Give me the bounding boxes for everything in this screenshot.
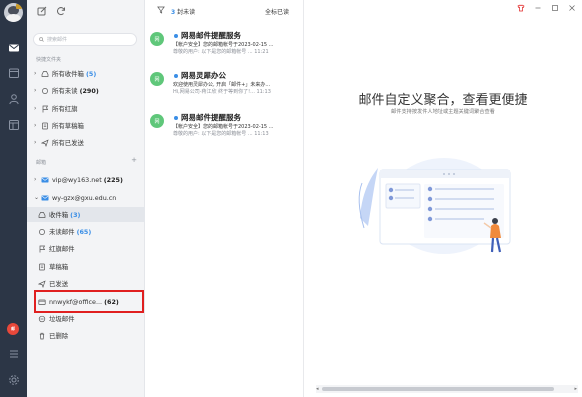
settings-icon[interactable] xyxy=(7,373,20,386)
draft-icon xyxy=(37,262,46,271)
mail-icon xyxy=(40,193,49,202)
folder-inbox[interactable]: 收件箱 (3) xyxy=(27,207,145,222)
account-wy-gzx-gxu[interactable]: ⌄ wy-gzx@gxu.edu.cn xyxy=(27,190,145,205)
mail-preview: Hi,网易公司-蒋江欣 终于等到你了!... 11:13 xyxy=(173,89,271,95)
search-input[interactable]: 搜索邮件 xyxy=(33,33,137,46)
folder-sent[interactable]: 已发送 xyxy=(27,276,145,291)
quick-all-unread[interactable]: › 所有未读 (290) xyxy=(27,83,145,98)
unread-dot xyxy=(174,74,178,78)
filter-icon[interactable] xyxy=(157,6,165,14)
mail-item[interactable]: 网 网易邮件提醒服务 【帐户安全】您的邮箱帐号于2023-02-15 ... 尊… xyxy=(145,28,304,66)
account-vip-wy163[interactable]: › vip@wy163.net (225) xyxy=(27,172,145,187)
menu-icon[interactable] xyxy=(7,347,20,360)
mail-sender: 网易邮件提醒服务 xyxy=(181,113,241,122)
maximize-icon[interactable] xyxy=(551,4,559,12)
unread-icon xyxy=(37,227,46,236)
quick-all-drafts[interactable]: › 所有草稿箱 xyxy=(27,118,145,133)
quick-all-sent[interactable]: › 所有已发送 xyxy=(27,135,145,150)
highlight-box xyxy=(34,290,144,313)
quick-all-flagged[interactable]: › 所有红旗 xyxy=(27,101,145,116)
calendar-icon[interactable] xyxy=(7,66,20,79)
sender-avatar: 网 xyxy=(150,72,164,86)
folder-sidebar: 搜索邮件 快捷文件夹 › 所有收件箱 (5) › 所有未读 (290) › 所有红旗… xyxy=(27,0,145,397)
flag-icon xyxy=(40,104,49,113)
folder-drafts[interactable]: 草稿箱 xyxy=(27,259,145,274)
window-controls xyxy=(517,4,576,12)
mail-subject: 【帐户安全】您的邮箱帐号于2023-02-15 ... xyxy=(173,42,274,48)
mail-preview: 尊敬的用户: 以下是您的邮箱帐号 ... 11:21 xyxy=(173,49,269,55)
unread-summary: 3 封未读 xyxy=(171,9,196,16)
scroll-right-icon[interactable]: ▸ xyxy=(574,386,577,392)
trash-icon xyxy=(37,331,46,340)
mark-all-read-button[interactable]: 全标已读 xyxy=(265,7,289,16)
quick-all-inbox[interactable]: › 所有收件箱 (5) xyxy=(27,66,145,81)
mail-list: 3 封未读 全标已读 网 网易邮件提醒服务 【帐户安全】您的邮箱帐号于2023-… xyxy=(145,0,304,397)
search-placeholder: 搜索邮件 xyxy=(47,37,68,43)
mail-subject: 【帐户安全】您的邮箱帐号于2023-02-15 ... xyxy=(173,124,274,130)
app-logo-icon[interactable]: 邮 xyxy=(7,323,19,335)
empty-state-subtitle: 邮件支持按发件人地址或主题关键词聚合查看 xyxy=(391,109,495,115)
compose-icon[interactable] xyxy=(37,6,47,16)
aggregation-illustration xyxy=(358,158,511,254)
sender-avatar: 网 xyxy=(150,114,164,128)
search-icon xyxy=(39,37,44,42)
mail-sender: 网易灵犀办公 xyxy=(181,71,226,80)
mail-sender: 网易邮件提醒服务 xyxy=(181,31,241,40)
refresh-icon[interactable] xyxy=(56,6,66,16)
theme-icon[interactable] xyxy=(517,4,525,12)
mail-list-header: 3 封未读 全标已读 xyxy=(145,0,304,20)
empty-state-title: 邮件自定义聚合，查看更便捷 xyxy=(358,93,528,108)
inbox-icon xyxy=(40,69,49,78)
mail-item[interactable]: 网 网易灵犀办公 欢迎使用灵犀办公, 开启「邮件+」未来办... Hi,网易公司… xyxy=(145,68,304,106)
add-account-button[interactable]: + xyxy=(130,157,138,165)
mailbox-section-title: 邮箱 xyxy=(36,160,47,166)
sent-icon xyxy=(37,279,46,288)
user-avatar[interactable] xyxy=(4,3,23,22)
unread-icon xyxy=(40,86,49,95)
unread-dot xyxy=(174,116,178,120)
folder-flagged[interactable]: 红旗邮件 xyxy=(27,241,145,256)
mail-item[interactable]: 网 网易邮件提醒服务 【帐户安全】您的邮箱帐号于2023-02-15 ... 尊… xyxy=(145,110,304,148)
mail-icon[interactable] xyxy=(7,41,20,54)
mail-subject: 欢迎使用灵犀办公, 开启「邮件+」未来办... xyxy=(173,82,271,88)
scrollbar-thumb[interactable] xyxy=(322,387,554,391)
flag-icon xyxy=(37,244,46,253)
folder-deleted[interactable]: 已删除 xyxy=(27,328,145,343)
mail-icon xyxy=(40,175,49,184)
sent-icon xyxy=(40,138,49,147)
spam-icon xyxy=(37,314,46,323)
draft-icon xyxy=(40,121,49,130)
sender-avatar: 网 xyxy=(150,32,164,46)
quick-folders-title: 快捷文件夹 xyxy=(36,57,62,63)
close-icon[interactable] xyxy=(568,4,576,12)
notes-icon[interactable] xyxy=(7,118,20,131)
mail-preview: 尊敬的用户: 以下是您的邮箱帐号 ... 11:13 xyxy=(173,131,269,137)
contacts-icon[interactable] xyxy=(7,92,20,105)
folder-spam[interactable]: 垃圾邮件 xyxy=(27,311,145,326)
horizontal-scrollbar[interactable]: ◂ ▸ xyxy=(316,385,578,393)
app-rail: 邮 xyxy=(0,0,27,397)
reading-pane: 邮件自定义聚合，查看更便捷 邮件支持按发件人地址或主题关键词聚合查看 ◂ ▸ xyxy=(304,0,582,397)
folder-unread[interactable]: 未读邮件 (65) xyxy=(27,224,145,239)
minimize-icon[interactable] xyxy=(534,4,542,12)
scroll-left-icon[interactable]: ◂ xyxy=(316,386,319,392)
unread-dot xyxy=(174,34,178,38)
inbox-icon xyxy=(37,210,46,219)
